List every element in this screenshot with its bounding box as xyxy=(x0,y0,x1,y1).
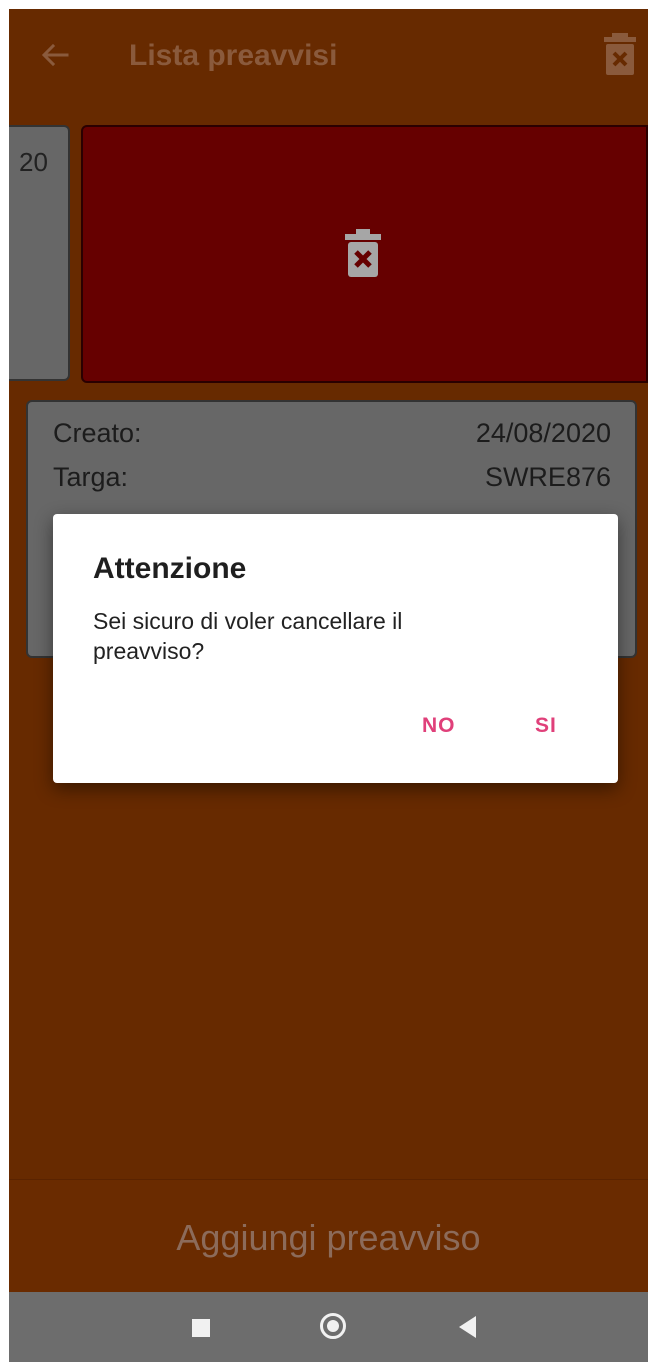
dialog-message: Sei sicuro di voler cancellare il preavv… xyxy=(93,608,403,664)
app-bar: Lista preavvisi xyxy=(9,9,648,101)
preavviso-card-swiped[interactable]: 20 xyxy=(9,125,70,381)
page-title: Lista preavvisi xyxy=(129,39,338,72)
trash-icon[interactable] xyxy=(602,31,638,77)
plate-label: Targa: xyxy=(53,462,129,492)
card-partial-text: 20 xyxy=(19,147,48,177)
no-button[interactable]: NO xyxy=(422,714,456,738)
created-value: 24/08/2020 xyxy=(475,418,611,448)
nav-home-icon[interactable] xyxy=(320,1313,346,1339)
swipe-delete-area[interactable] xyxy=(81,125,648,383)
nav-recents-icon[interactable] xyxy=(192,1319,210,1337)
nav-home-dot xyxy=(327,1320,339,1332)
nav-back-icon[interactable] xyxy=(459,1316,476,1338)
dialog-title: Attenzione xyxy=(93,552,247,585)
system-nav-bar xyxy=(9,1292,648,1362)
plate-value: SWRE876 xyxy=(484,462,611,492)
confirm-dialog: Attenzione Sei sicuro di voler cancellar… xyxy=(53,514,618,783)
app-screen: Lista preavvisi 20 Creato: 24/08/2020 Ta… xyxy=(9,9,648,1362)
yes-button[interactable]: SI xyxy=(535,714,557,738)
add-preavviso-button[interactable]: Aggiungi preavviso xyxy=(9,1179,648,1292)
add-preavviso-label: Aggiungi preavviso xyxy=(176,1217,481,1258)
back-arrow-icon[interactable] xyxy=(39,39,71,71)
trash-icon xyxy=(345,229,381,277)
created-label: Creato: xyxy=(53,418,142,448)
